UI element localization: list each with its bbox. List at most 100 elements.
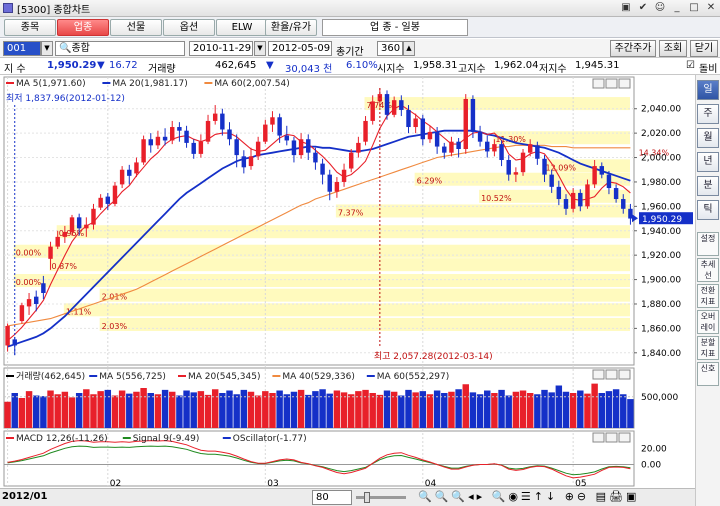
window-title: [5300] 종합차트	[17, 4, 91, 16]
candle-body	[542, 158, 547, 175]
pct-label: 12.09%	[546, 163, 577, 172]
tab-sector[interactable]: 업종	[57, 19, 109, 36]
close-button[interactable]: 닫기	[690, 40, 718, 57]
end-date-input[interactable]: 2012-05-09	[268, 41, 332, 56]
volume-bar	[326, 393, 333, 428]
macd-axis-label: 0.00	[641, 461, 661, 471]
candle-body	[76, 217, 82, 229]
volume-bar	[118, 390, 126, 428]
overlay-button[interactable]: 오버레이	[697, 310, 719, 334]
candle-body	[205, 120, 211, 142]
zoom-slider-handle[interactable]	[364, 492, 370, 503]
volume-bar	[476, 394, 484, 428]
candle	[112, 181, 118, 207]
check-icon[interactable]: ✔	[636, 1, 650, 15]
volume-bar	[11, 393, 18, 428]
candle-body	[485, 141, 490, 152]
candle-body	[477, 131, 483, 142]
query-button[interactable]: 조회	[659, 40, 687, 57]
maximize-icon[interactable]: □	[687, 1, 701, 15]
candle-body	[363, 120, 368, 142]
chart-type-selector[interactable]: 업 종 - 일봉	[322, 19, 468, 36]
candle-body	[313, 152, 318, 163]
pane-minimize-icon	[592, 369, 605, 380]
volume-bar	[183, 390, 190, 428]
tab-elw[interactable]: ELW	[216, 19, 268, 36]
candle-body	[55, 236, 60, 247]
volume-bar	[441, 393, 448, 428]
trendline-button[interactable]: 추세선	[697, 258, 719, 282]
volume-bar	[283, 394, 291, 428]
price-axis-label: 1,960.00	[641, 202, 681, 212]
candle-body	[628, 208, 633, 219]
candle-body	[370, 101, 375, 121]
candle-body	[306, 139, 311, 153]
candle-body	[212, 113, 218, 121]
volume-bar	[569, 393, 577, 428]
candle-body	[241, 156, 247, 168]
daily-button[interactable]: 일	[697, 80, 719, 100]
pane-minimize-icon	[592, 78, 605, 89]
candle-body	[434, 131, 440, 147]
settings-button[interactable]: 설정	[697, 232, 719, 256]
tab-futures[interactable]: 선물	[110, 19, 162, 36]
chart-area[interactable]: 7.74%20.00%11.30%14.34%12.09%6.29%10.52%…	[0, 75, 695, 506]
volume-bar	[297, 389, 305, 428]
pct-band	[13, 274, 630, 288]
volume-bar	[362, 389, 369, 428]
volume-bar	[541, 389, 548, 428]
volume-bar	[340, 392, 348, 428]
volume-bar	[4, 401, 11, 428]
start-date-input[interactable]: 2010-11-29	[189, 41, 253, 56]
candle-body	[327, 174, 332, 192]
overlay-label: 돌비	[699, 64, 718, 75]
overlay-checkbox[interactable]: ☑	[686, 60, 695, 71]
bottom-toolbar: 2012/01 80 🔍🔍🔍◂▸ 🔍◉☰↑↓ ⊕⊖ ▤🖨▣	[0, 488, 695, 506]
tab-options[interactable]: 옵션	[163, 19, 215, 36]
code-dropdown-icon[interactable]: ▼	[41, 41, 53, 56]
volume-bar	[491, 393, 498, 428]
candle-body	[391, 100, 397, 115]
conversion-indicator-button[interactable]: 전환지표	[697, 284, 719, 308]
restore-icon[interactable]: ▣	[619, 1, 633, 15]
count-stepper-icon[interactable]: ▲	[403, 41, 415, 56]
signal-button[interactable]: 신호	[697, 362, 719, 386]
zoom-tools-icons[interactable]: 🔍🔍🔍◂▸ 🔍◉☰↑↓ ⊕⊖ ▤🖨▣	[418, 490, 639, 503]
volume-label: 거래량	[148, 64, 176, 75]
chart-canvas[interactable]: 7.74%20.00%11.30%14.34%12.09%6.29%10.52%…	[0, 75, 695, 506]
volume-bar	[90, 394, 97, 428]
volume-bar	[398, 395, 405, 428]
monthly-button[interactable]: 월	[697, 128, 719, 148]
volume-bar	[276, 390, 283, 428]
volume-bar	[612, 389, 620, 428]
close-icon[interactable]: ✕	[704, 1, 718, 15]
name-value: 종합	[71, 43, 90, 54]
candle-body	[563, 199, 569, 209]
start-date-dropdown-icon[interactable]: ▼	[254, 41, 266, 56]
pct-label: 0.00%	[16, 278, 42, 287]
count-input[interactable]: 360	[377, 41, 403, 56]
price-axis-label: 1,880.00	[641, 300, 681, 310]
price-axis-label: 1,860.00	[641, 324, 681, 334]
volume-bar	[591, 383, 598, 428]
candle-body	[406, 109, 411, 128]
yearly-button[interactable]: 년	[697, 152, 719, 172]
minute-button[interactable]: 분	[697, 176, 719, 196]
tick-button[interactable]: 틱	[697, 200, 719, 220]
tab-stock[interactable]: 종목	[4, 19, 56, 36]
zoom-input[interactable]: 80	[312, 490, 352, 505]
x-tick-label-first: 2012/01	[2, 491, 48, 502]
weekly-price-button[interactable]: 주간주가	[610, 40, 656, 57]
volume-bar	[154, 394, 162, 428]
minimize-icon[interactable]: _	[670, 1, 684, 15]
code-input[interactable]: 001	[3, 41, 41, 56]
name-field[interactable]: 🔍종합	[55, 41, 185, 56]
weekly-button[interactable]: 주	[697, 104, 719, 124]
pane-close-icon	[618, 78, 631, 89]
legend-label: MA 20(545,345)	[188, 372, 260, 382]
user-icon[interactable]: ☺	[653, 1, 667, 15]
candle	[141, 135, 146, 165]
index-price: 1,950.29	[47, 60, 97, 71]
split-indicator-button[interactable]: 분할지표	[697, 336, 719, 360]
tab-fx-oil[interactable]: 환율/유가	[265, 19, 317, 36]
